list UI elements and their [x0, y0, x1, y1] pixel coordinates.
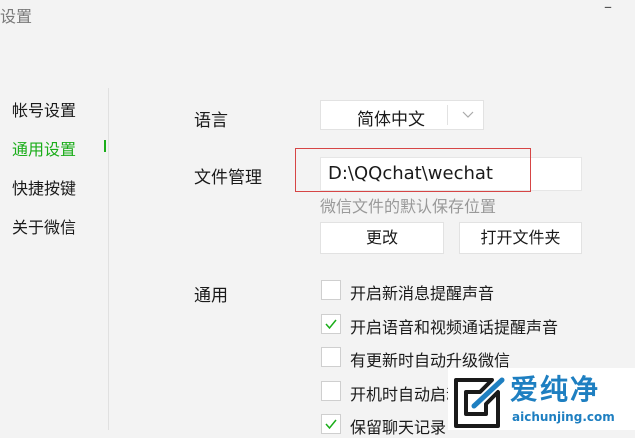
sidebar-item-shortcuts[interactable]: 快捷按键 — [12, 175, 76, 199]
watermark-url: aichunjing.com — [512, 410, 615, 424]
open-folder-button[interactable]: 打开文件夹 — [459, 222, 582, 254]
sidebar-item-account[interactable]: 帐号设置 — [12, 97, 76, 121]
annotation-highlight-box — [295, 148, 531, 192]
general-label: 通用 — [194, 286, 228, 306]
keep-history-checkbox[interactable] — [321, 414, 341, 434]
checkmark-icon — [325, 319, 337, 330]
window-title: 设置 — [0, 7, 33, 26]
watermark-name: 爱纯净 — [510, 373, 601, 406]
chevron-down-icon — [462, 111, 474, 118]
file-management-label: 文件管理 — [194, 168, 262, 188]
select-divider — [447, 105, 448, 125]
sidebar-item-about[interactable]: 关于微信 — [12, 214, 76, 238]
keep-history-label[interactable]: 保留聊天记录 — [350, 414, 446, 438]
checkmark-icon — [325, 419, 337, 430]
watermark: 爱纯净 aichunjing.com — [448, 368, 635, 430]
message-sound-checkbox[interactable] — [321, 280, 341, 300]
auto-update-checkbox[interactable] — [321, 347, 341, 367]
message-sound-label[interactable]: 开启新消息提醒声音 — [350, 280, 494, 304]
watermark-logo-icon — [454, 377, 505, 428]
change-button[interactable]: 更改 — [320, 222, 444, 254]
language-select-value: 简体中文 — [357, 110, 425, 130]
sidebar-item-general[interactable]: 通用设置 — [12, 136, 76, 160]
language-label: 语言 — [194, 111, 228, 131]
file-path-hint: 微信文件的默认保存位置 — [320, 197, 497, 216]
call-sound-checkbox[interactable] — [321, 314, 341, 334]
sidebar-active-marker — [104, 140, 106, 152]
call-sound-label[interactable]: 开启语音和视频通话提醒声音 — [350, 314, 558, 338]
language-select[interactable]: 简体中文 — [320, 100, 484, 130]
minimize-button[interactable]: – — [604, 0, 612, 15]
auto-start-checkbox[interactable] — [321, 381, 341, 401]
sidebar: 帐号设置 通用设置 快捷按键 关于微信 — [0, 88, 109, 430]
